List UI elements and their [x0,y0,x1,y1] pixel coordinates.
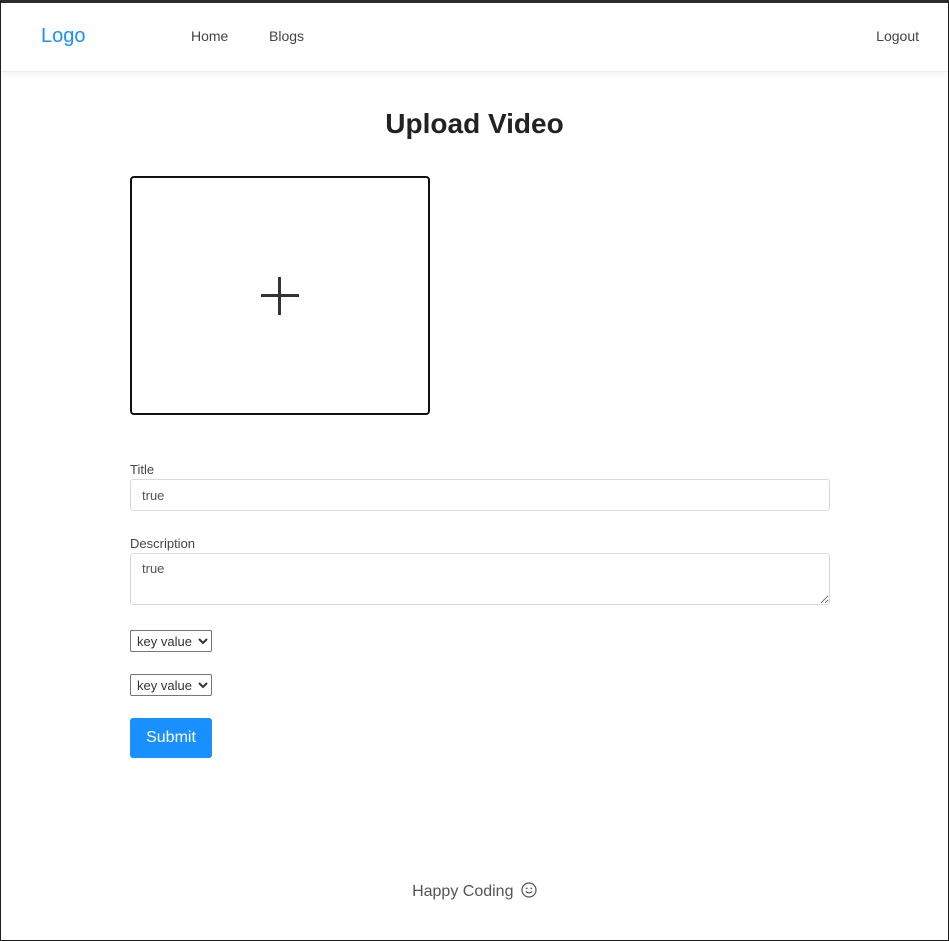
footer: Happy Coding [1,882,948,901]
video-upload-dropzone[interactable] [130,176,430,415]
plus-icon [261,276,299,315]
footer-text: Happy Coding [412,883,514,900]
navbar: Logo Home Blogs Logout [1,3,948,72]
nav-logout-link[interactable]: Logout [876,28,919,44]
title-label: Title [130,462,155,477]
submit-button[interactable]: Submit [130,718,212,758]
page-title: Upload Video [385,108,564,139]
key-value-select-1[interactable]: key value [130,630,212,652]
title-input[interactable] [130,479,830,511]
smile-icon [521,882,537,898]
description-label: Description [130,536,196,551]
key-value-select-2[interactable]: key value [130,674,212,696]
logo-link[interactable]: Logo [41,25,86,48]
nav-home-link[interactable]: Home [191,28,228,44]
app-window: Logo Home Blogs Logout Upload Video Titl… [0,0,949,941]
description-textarea[interactable]: true [130,553,830,605]
nav-blogs-link[interactable]: Blogs [269,28,304,44]
